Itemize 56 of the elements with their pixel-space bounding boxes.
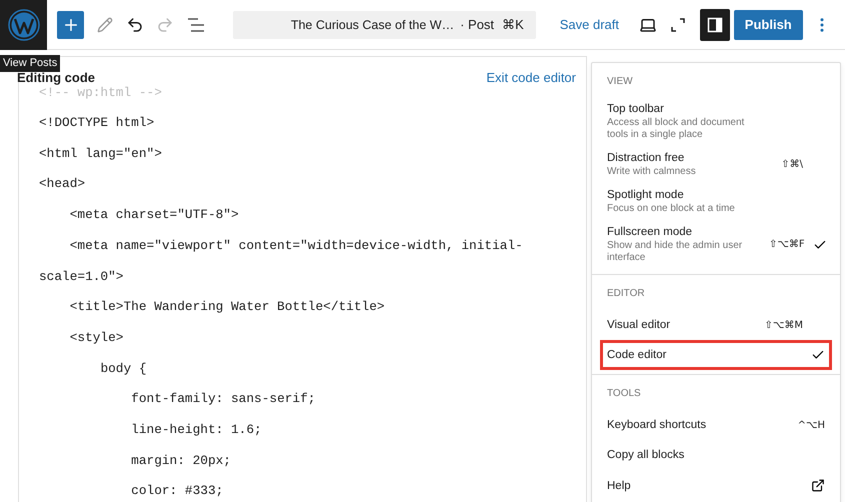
menu-item-label: Spotlight mode <box>607 188 685 202</box>
code-line: margin: 20px; <box>130 452 232 470</box>
menu-item-label: Code editor <box>607 348 668 362</box>
menu-item-label: Visual editor <box>607 318 672 332</box>
menu-item[interactable]: Top toolbar Access all block and document tools in a single place <box>600 98 832 147</box>
menu-item[interactable]: Visual editor ⇧⌥⌘M <box>600 310 832 340</box>
menu-item[interactable]: Help <box>600 470 832 501</box>
code-line: <title>The Wandering Water Bottle</title> <box>68 298 386 316</box>
section-title: TOOLS <box>606 387 642 401</box>
section-title: VIEW <box>606 75 634 89</box>
code-line: font-family: sans-serif; <box>130 390 316 408</box>
post-title: The Curious Case of the W… <box>290 18 454 32</box>
logo-icon[interactable] <box>8 8 40 40</box>
add-block-button[interactable] <box>57 10 84 38</box>
code-line: <html lang="en"> <box>39 144 163 163</box>
menu-item[interactable]: Distraction free Write with calmness ⇧⌘\ <box>600 147 832 184</box>
menu-item[interactable]: Copy all blocks <box>600 440 832 470</box>
code-line: <meta charset="UTF-8"> <box>68 206 240 224</box>
shortcut-label: ⇧⌥⌘M <box>764 320 803 330</box>
shortcut-label: ⇧⌘\ <box>781 159 803 170</box>
exit-code-editor-link[interactable]: Exit code editor <box>486 70 576 85</box>
menu-item[interactable]: Spotlight mode Focus on one block at a time <box>600 184 832 221</box>
code-line: <!DOCTYPE html> <box>39 114 156 132</box>
save-draft-link[interactable]: Save draft <box>560 17 619 32</box>
menu-item-label: Help <box>607 478 632 492</box>
code-line: body { <box>99 360 148 378</box>
code-line: color: #333; <box>130 482 224 500</box>
publish-button[interactable]: Publish <box>734 10 803 40</box>
command-bar[interactable]: The Curious Case of the W… · Post ⌘K <box>232 10 536 38</box>
menu-item[interactable]: Fullscreen mode Show and hide the admin user interface ⇧⌥⌘F <box>600 221 832 270</box>
post-type: · Post <box>460 17 494 32</box>
tooltip: View Posts <box>0 55 60 72</box>
editor-heading: Editing code <box>17 70 95 85</box>
menu-item-label: Fullscreen mode <box>607 225 694 239</box>
shortcut-label: ⌘K <box>501 17 524 32</box>
menu-item-description: Write with calmness <box>607 166 697 178</box>
code-comment: <!-- wp:html --> <box>39 85 163 101</box>
shortcut-label: ⇧⌥⌘F <box>769 239 805 250</box>
external-link-icon <box>811 478 825 493</box>
section-title: EDITOR <box>606 287 646 301</box>
code-line: <head> <box>39 175 86 194</box>
menu-item[interactable]: Keyboard shortcuts ^⌥H <box>600 410 832 440</box>
code-line: <meta name="viewport" content="width=device-width, initial-scale=1.0"> <box>39 236 524 286</box>
code-line: line-height: 1.6; <box>130 421 263 440</box>
menu-item-label: Keyboard shortcuts <box>607 418 708 432</box>
menu-item[interactable]: Code editor <box>600 340 832 370</box>
shortcut-label: ^⌥H <box>798 420 825 430</box>
menu-item-label: Distraction free <box>607 151 686 165</box>
menu-item-label: Top toolbar <box>607 102 665 116</box>
menu-item-label: Copy all blocks <box>607 448 686 462</box>
code-line: <style> <box>68 328 124 347</box>
menu-item-description: Access all block and document tools in a single place <box>607 117 746 141</box>
menu-item-description: Focus on one block at a time <box>607 203 736 215</box>
site-logo[interactable] <box>0 0 48 50</box>
menu-item-description: Show and hide the admin user interface <box>607 240 744 264</box>
sidebar-toggle-icon[interactable] <box>700 8 730 40</box>
